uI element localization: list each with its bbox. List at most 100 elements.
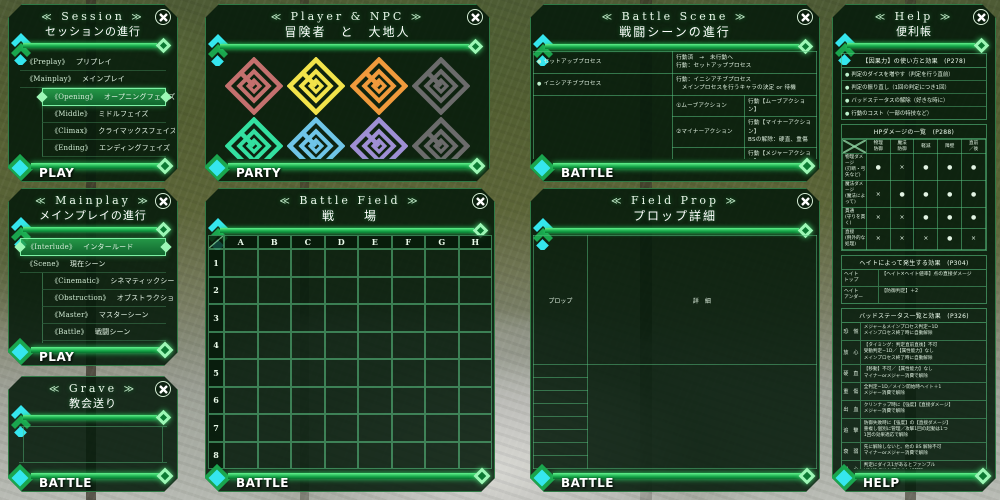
party-slot-3[interactable] [349,57,409,115]
battlefield-cell-B3[interactable] [258,304,292,332]
fieldprop-cell-detail[interactable] [587,365,816,469]
battlefield-cell-E1[interactable] [358,249,392,277]
fieldprop-cell-key[interactable] [534,404,588,417]
window-grave[interactable]: ≪ Grave ≫ 教会送り BATTLE [8,376,178,492]
battlefield-cell-E4[interactable] [358,332,392,360]
party-slot-7[interactable] [349,117,409,159]
help-s1-item-0[interactable]: 判定のダイスを増やす（判定を行う直前） [842,68,986,81]
session-row-climax[interactable]: 《Climax》 クライマックスフェイズ [42,123,166,140]
close-icon[interactable] [797,193,813,209]
battlefield-cell-B1[interactable] [258,249,292,277]
party-slot-2[interactable] [286,57,346,115]
battlefield-cell-H4[interactable] [459,332,493,360]
fieldprop-cell-key[interactable] [534,365,588,378]
battlefield-cell-F8[interactable] [392,442,426,470]
battlefield-cell-C2[interactable] [291,277,325,305]
battlefield-grid[interactable]: ABCDEFGH12345678 [208,235,492,469]
battlefield-cell-D8[interactable] [325,442,359,470]
battlefield-cell-A6[interactable] [224,387,258,415]
battlefield-cell-G4[interactable] [425,332,459,360]
window-battle-field[interactable]: ≪ Battle Field ≫ 戦 場 ABCDEFGH12345678 BA… [205,188,495,492]
battlefield-cell-B5[interactable] [258,359,292,387]
fieldprop-table[interactable]: プロップ 詳 細 [533,235,817,469]
battlefield-cell-D4[interactable] [325,332,359,360]
session-row-preplay[interactable]: 《Preplay》 プリプレイ [20,54,166,71]
party-slot-8[interactable] [411,117,471,159]
battlefield-cell-E8[interactable] [358,442,392,470]
battlefield-cell-A2[interactable] [224,277,258,305]
battlefield-cell-B4[interactable] [258,332,292,360]
help-s1-item-3[interactable]: 行動のコスト（一部の特技など） [842,107,986,119]
session-row-ending[interactable]: 《Ending》 エンディングフェイズ [42,140,166,157]
battlefield-cell-B6[interactable] [258,387,292,415]
battlefield-cell-H2[interactable] [459,277,493,305]
battlefield-cell-G6[interactable] [425,387,459,415]
battlefield-cell-G1[interactable] [425,249,459,277]
battlefield-cell-G8[interactable] [425,442,459,470]
battlefield-cell-B8[interactable] [258,442,292,470]
grave-content[interactable] [11,422,175,469]
battlefield-cell-G2[interactable] [425,277,459,305]
battlefield-cell-F4[interactable] [392,332,426,360]
mainplay-row-scene[interactable]: 《Scene》 現在シーン [20,256,166,273]
close-icon[interactable] [155,381,171,397]
session-row-mainplay[interactable]: 《Mainplay》 メインプレイ [20,71,166,88]
battlefield-cell-C6[interactable] [291,387,325,415]
battlefield-cell-D1[interactable] [325,249,359,277]
close-icon[interactable] [973,9,989,25]
battlefield-cell-G5[interactable] [425,359,459,387]
table-row[interactable]: イニシアチブプロセス 行動：イニシアチブプロセス メインプロセスを行うキャラの決… [534,73,817,95]
close-icon[interactable] [155,193,171,209]
battlefield-cell-D6[interactable] [325,387,359,415]
battlefield-cell-A1[interactable] [224,249,258,277]
session-row-opening[interactable]: 《Opening》 オープニングフェイズ [42,88,166,106]
fieldprop-cell-key[interactable] [534,443,588,456]
battlefield-cell-D5[interactable] [325,359,359,387]
battlefield-cell-C3[interactable] [291,304,325,332]
help-s1-item-1[interactable]: 判定の振り直し（1回の判定につき1回） [842,81,986,94]
close-icon[interactable] [797,9,813,25]
grave-empty-area[interactable] [19,426,167,463]
battlefield-cell-A4[interactable] [224,332,258,360]
battlefield-cell-C4[interactable] [291,332,325,360]
window-battle-scene[interactable]: ≪ Battle Scene ≫ 戦闘シーンの進行 セットアッププロセス 行動済… [530,4,820,182]
battlefield-cell-F5[interactable] [392,359,426,387]
battlefield-cell-H6[interactable] [459,387,493,415]
fieldprop-cell-key[interactable] [534,391,588,404]
close-icon[interactable] [467,9,483,25]
battlefield-cell-C7[interactable] [291,414,325,442]
mainplay-row-interlude[interactable]: 《Interlude》 インタールード [20,238,166,256]
battlefield-cell-C8[interactable] [291,442,325,470]
window-help[interactable]: ≪ Help ≫ 便利帳 【因果力】の使い方と効果 (P278) 判 [832,4,996,492]
battlefield-cell-C1[interactable] [291,249,325,277]
battlefield-cell-D7[interactable] [325,414,359,442]
battlefield-cell-F1[interactable] [392,249,426,277]
battlefield-cell-H8[interactable] [459,442,493,470]
fieldprop-cell-key[interactable] [534,417,588,430]
party-slot-6[interactable] [286,117,346,159]
battlefield-cell-F2[interactable] [392,277,426,305]
close-icon[interactable] [472,193,488,209]
battlefield-cell-F3[interactable] [392,304,426,332]
session-row-middle[interactable]: 《Middle》 ミドルフェイズ [42,106,166,123]
table-row[interactable]: セットアッププロセス 行動済 → 未行動へ 行動：セットアッププロセス [534,52,817,74]
battlefield-cell-D3[interactable] [325,304,359,332]
battlefield-cell-E3[interactable] [358,304,392,332]
mainplay-row-cinematic[interactable]: 《Cinematic》 シネマティックシーン [42,273,166,290]
battlefield-cell-A5[interactable] [224,359,258,387]
battlefield-cell-E2[interactable] [358,277,392,305]
window-field-prop[interactable]: ≪ Field Prop ≫ プロップ詳細 プロップ 詳 細 BATTLE [530,188,820,492]
help-s1-item-2[interactable]: バッドステータスの解除（好きな時に） [842,94,986,107]
battlefield-cell-C5[interactable] [291,359,325,387]
party-slot-5[interactable] [224,117,284,159]
window-party[interactable]: ≪ Player & NPC ≫ 冒険者 と 大地人 PARTY [205,4,490,182]
battlefield-cell-G7[interactable] [425,414,459,442]
window-session[interactable]: ≪ Session ≫ セッションの進行 《Preplay》 プリプレイ 《Mai… [8,4,178,182]
window-mainplay[interactable]: ≪ Mainplay ≫ メインプレイの進行 《Interlude》 インタールー… [8,188,178,366]
battlefield-cell-A3[interactable] [224,304,258,332]
fieldprop-cell-key[interactable] [534,378,588,391]
battlefield-cell-B2[interactable] [258,277,292,305]
mainplay-row-obstruction[interactable]: 《Obstruction》オブストラクションシーン [42,290,166,307]
battlefield-cell-H7[interactable] [459,414,493,442]
mainplay-row-master[interactable]: 《Master》 マスターシーン [42,307,166,324]
